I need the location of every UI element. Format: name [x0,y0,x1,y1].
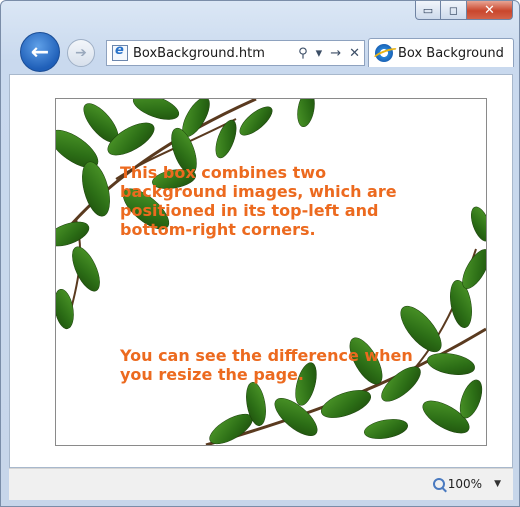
back-button[interactable]: ← [20,32,60,72]
window-caption-buttons: ▭ ◻ ✕ [415,1,513,20]
ie-logo-icon [375,44,393,62]
back-arrow-icon: ← [30,39,50,65]
leaves-background-image [56,99,486,445]
address-dropdown-icon[interactable]: ▾ [312,46,327,61]
navigation-bar: ← ➔ BoxBackground.htm ⚲ ▾ → ✕ Box Backgr… [1,29,520,75]
zoom-icon [432,478,445,490]
tab-box-background[interactable]: Box Background [368,38,514,67]
close-button[interactable]: ✕ [467,1,513,20]
go-icon[interactable]: → [326,46,345,61]
browser-window: ▭ ◻ ✕ ← ➔ BoxBackground.htm ⚲ ▾ → ✕ Box … [0,0,520,507]
stop-icon[interactable]: ✕ [345,46,364,61]
page-icon [112,43,128,61]
forward-button[interactable]: ➔ [67,39,95,67]
box-paragraph-2: You can see the difference when you resi… [120,346,413,384]
tab-label: Box Background [398,45,504,61]
page-viewport: This box combines two background images,… [9,74,513,468]
forward-arrow-icon: ➔ [75,45,87,61]
zoom-level: 100% [447,477,483,491]
status-bar: 100% ▼ [9,468,513,500]
zoom-control[interactable]: 100% ▼ [432,477,501,491]
box-paragraph-1: This box combines two background images,… [120,163,397,239]
minimize-button[interactable]: ▭ [415,1,441,20]
zoom-dropdown-icon[interactable]: ▼ [494,479,501,489]
maximize-button[interactable]: ◻ [441,1,467,20]
search-icon[interactable]: ⚲ [294,46,312,61]
address-url[interactable]: BoxBackground.htm [133,46,294,61]
address-bar[interactable]: BoxBackground.htm ⚲ ▾ → ✕ [106,40,365,66]
background-box: This box combines two background images,… [55,98,487,446]
